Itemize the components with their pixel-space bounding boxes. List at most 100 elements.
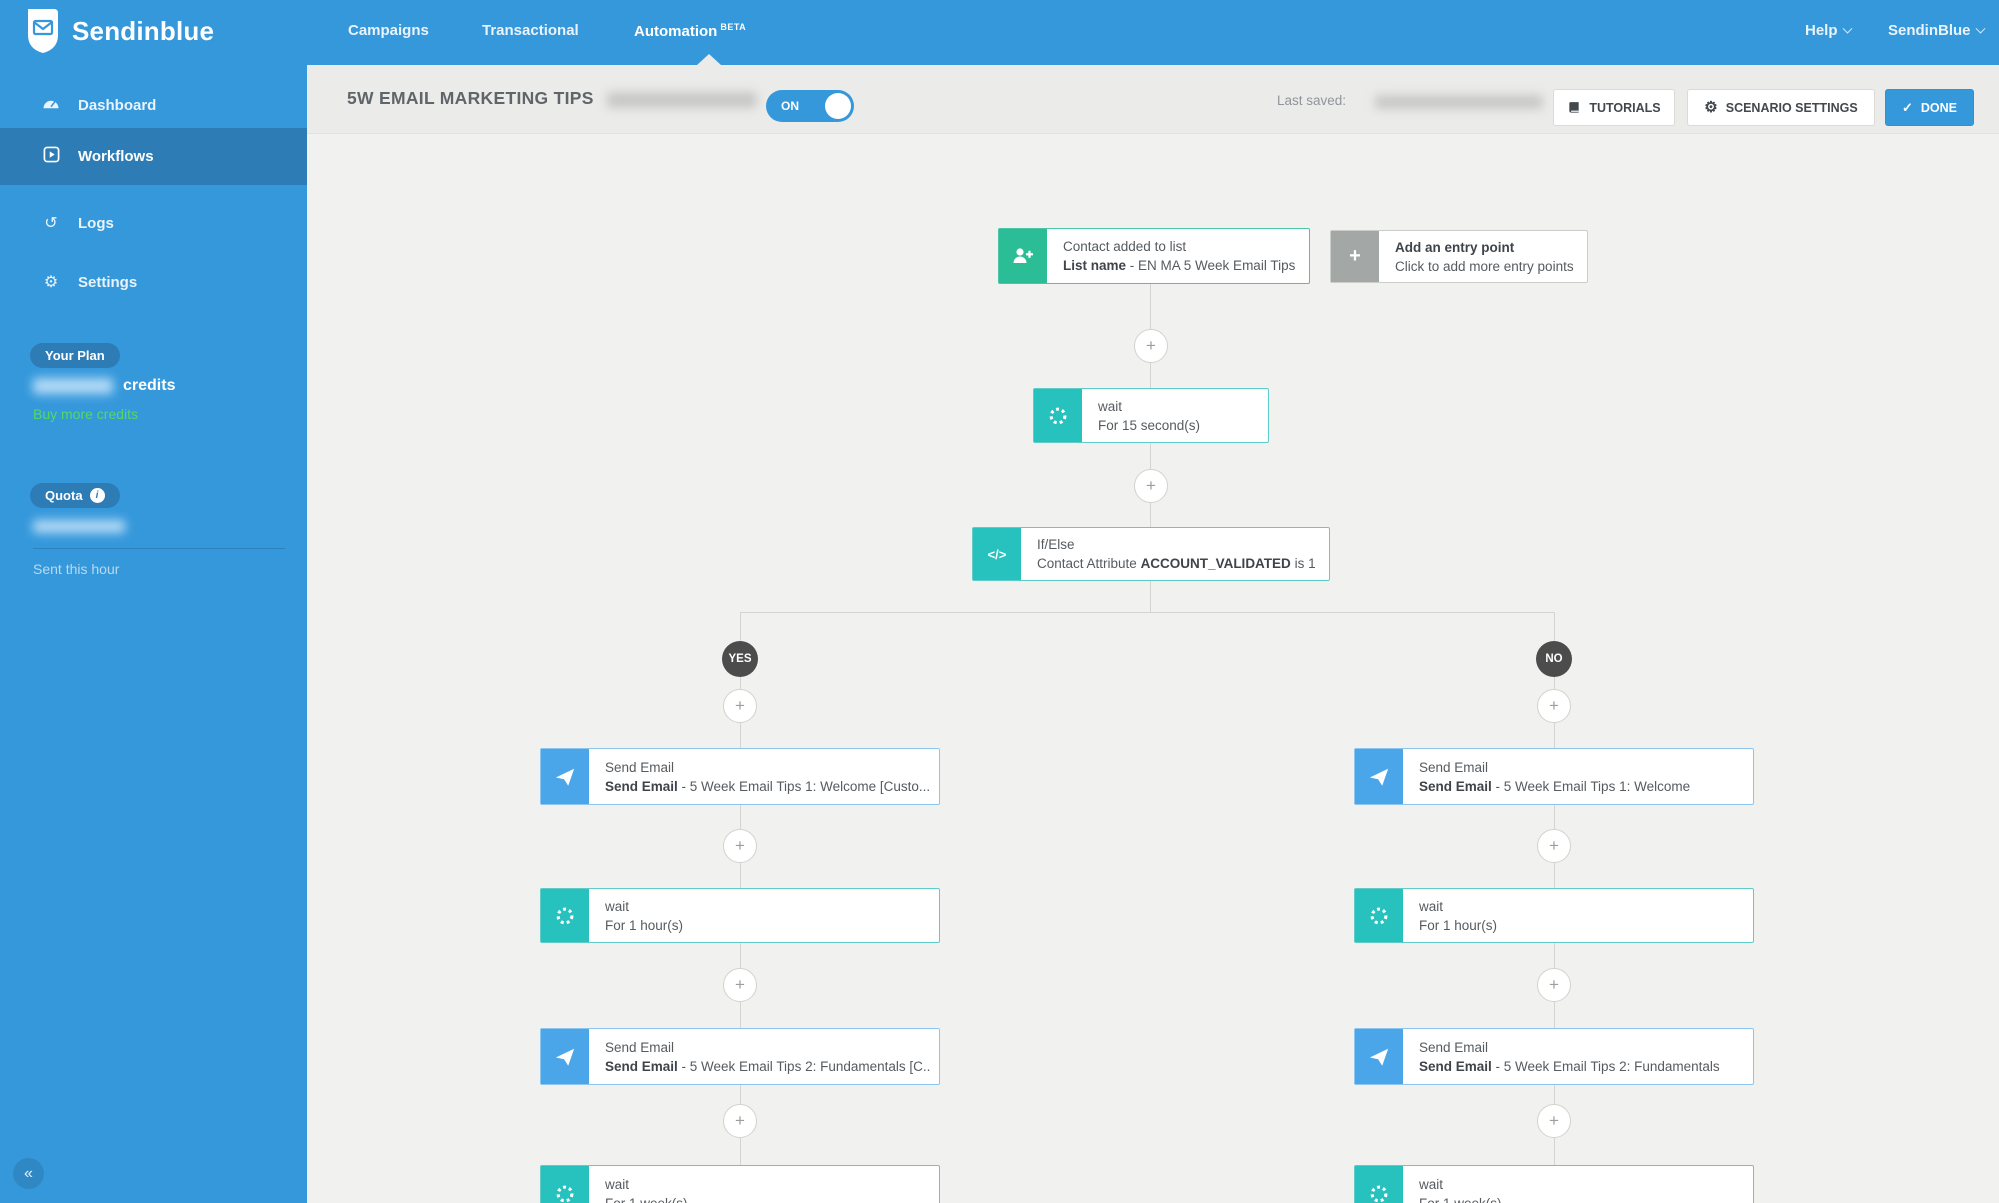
node-wait-1-hour-yes[interactable]: wait For 1 hour(s): [540, 888, 940, 943]
node-wait-15-seconds[interactable]: wait For 15 second(s): [1033, 388, 1269, 443]
top-navigation-bar: Sendinblue Campaigns Transactional Autom…: [0, 0, 1999, 65]
connector-line: [740, 1138, 741, 1165]
sidebar: Dashboard Workflows ↺ Logs ⚙ Settings Yo…: [0, 65, 307, 1203]
connector-line: [1554, 1002, 1555, 1028]
beta-badge: BETA: [720, 22, 746, 32]
add-step-button[interactable]: +: [1537, 1104, 1571, 1138]
node-subtitle: For 1 hour(s): [1419, 916, 1497, 935]
wait-spinner-icon: [541, 1166, 589, 1203]
connector-line: [740, 612, 741, 641]
wait-spinner-icon: [1355, 889, 1403, 942]
workflow-on-toggle[interactable]: ON: [766, 90, 854, 122]
connector-line: [740, 943, 741, 968]
dashboard-gauge-icon: [40, 96, 62, 115]
paper-plane-icon: [541, 749, 589, 804]
quota-badge: Quota i: [30, 483, 120, 508]
plus-icon: +: [1549, 696, 1559, 716]
tutorials-button[interactable]: TUTORIALS: [1553, 89, 1675, 126]
sidebar-item-logs[interactable]: ↺ Logs: [0, 198, 307, 248]
workflows-icon: [40, 146, 62, 168]
toggle-on-label: ON: [781, 99, 799, 113]
node-send-email-tips2-no[interactable]: Send Email Send Email - 5 Week Email Tip…: [1354, 1028, 1754, 1085]
chevron-down-icon: [1975, 24, 1985, 34]
node-subtitle: Send Email - 5 Week Email Tips 1: Welcom…: [605, 777, 923, 796]
help-menu[interactable]: Help: [1805, 22, 1851, 39]
sidebar-collapse-button[interactable]: «: [13, 1158, 44, 1189]
sent-this-hour-label: Sent this hour: [33, 561, 119, 577]
connector-line: [1554, 1138, 1555, 1165]
brand-logo[interactable]: Sendinblue: [24, 9, 214, 53]
node-wait-1-week-no[interactable]: wait For 1 week(s): [1354, 1165, 1754, 1203]
connector-line: [1554, 723, 1555, 748]
connector-line: [740, 1085, 741, 1104]
connector-line: [740, 723, 741, 748]
add-step-button[interactable]: +: [1537, 968, 1571, 1002]
sidebar-item-workflows[interactable]: Workflows: [0, 128, 307, 185]
redacted-timestamp: [1375, 95, 1543, 109]
contact-add-icon: [999, 229, 1047, 283]
connector-line: [740, 863, 741, 888]
wait-spinner-icon: [541, 889, 589, 942]
add-step-button[interactable]: +: [723, 829, 757, 863]
tab-transactional[interactable]: Transactional: [482, 22, 579, 39]
node-wait-1-hour-no[interactable]: wait For 1 hour(s): [1354, 888, 1754, 943]
sidebar-item-dashboard[interactable]: Dashboard: [0, 80, 307, 130]
add-step-button[interactable]: +: [723, 689, 757, 723]
chevron-down-icon: [1842, 24, 1852, 34]
active-tab-notch: [697, 54, 721, 65]
node-title: Send Email: [1419, 758, 1690, 777]
done-button[interactable]: ✓ DONE: [1885, 89, 1974, 126]
wait-spinner-icon: [1355, 1166, 1403, 1203]
your-plan-badge: Your Plan: [30, 343, 120, 368]
redacted-credits-amount: [33, 378, 113, 394]
plus-icon: +: [735, 1111, 745, 1131]
tab-campaigns[interactable]: Campaigns: [348, 22, 429, 39]
node-contact-added-to-list[interactable]: Contact added to list List name - EN MA …: [998, 228, 1310, 284]
node-send-email-tips1-no[interactable]: Send Email Send Email - 5 Week Email Tip…: [1354, 748, 1754, 805]
node-subtitle: Send Email - 5 Week Email Tips 1: Welcom…: [1419, 777, 1690, 796]
info-icon[interactable]: i: [90, 488, 105, 503]
node-if-else-condition[interactable]: </> If/Else Contact Attribute ACCOUNT_VA…: [972, 527, 1330, 581]
workflow-title: 5W EMAIL MARKETING TIPS: [347, 88, 594, 109]
node-send-email-tips1-yes[interactable]: Send Email Send Email - 5 Week Email Tip…: [540, 748, 940, 805]
plus-icon: +: [735, 696, 745, 716]
node-title: Send Email: [605, 1038, 923, 1057]
scenario-settings-button[interactable]: ⚙ SCENARIO SETTINGS: [1687, 89, 1875, 126]
connector-line: [1150, 581, 1151, 612]
node-wait-1-week-yes[interactable]: wait For 1 week(s): [540, 1165, 940, 1203]
add-step-button[interactable]: +: [1537, 689, 1571, 723]
done-label: DONE: [1921, 101, 1957, 115]
last-saved-label: Last saved:: [1277, 93, 1346, 108]
node-title: wait: [605, 1175, 688, 1194]
node-title: wait: [605, 897, 683, 916]
toggle-knob[interactable]: [825, 93, 851, 119]
add-step-button[interactable]: +: [1537, 829, 1571, 863]
workflow-toolbar: 5W EMAIL MARKETING TIPS ON Last saved: T…: [307, 65, 1999, 134]
tab-automation[interactable]: AutomationBETA: [634, 22, 746, 40]
node-send-email-tips2-yes[interactable]: Send Email Send Email - 5 Week Email Tip…: [540, 1028, 940, 1085]
add-step-button[interactable]: +: [723, 1104, 757, 1138]
node-subtitle: List name - EN MA 5 Week Email Tips: [1063, 256, 1293, 275]
add-step-button[interactable]: +: [1134, 329, 1168, 363]
add-step-button[interactable]: +: [1134, 469, 1168, 503]
add-entry-point-button[interactable]: + Add an entry point Click to add more e…: [1330, 230, 1588, 283]
connector-line: [1554, 1085, 1555, 1104]
redacted-title-text: [607, 92, 757, 108]
plus-icon: +: [1549, 1111, 1559, 1131]
connector-line: [1554, 677, 1555, 689]
account-menu[interactable]: SendinBlue: [1888, 22, 1984, 39]
paper-plane-icon: [1355, 749, 1403, 804]
add-step-button[interactable]: +: [723, 968, 757, 1002]
sendinblue-logo-icon: [24, 9, 62, 53]
no-branch-badge: NO: [1536, 641, 1572, 677]
node-title: Send Email: [1419, 1038, 1720, 1057]
tutorials-label: TUTORIALS: [1589, 101, 1660, 115]
redacted-quota-amount: [33, 520, 125, 533]
sidebar-item-settings[interactable]: ⚙ Settings: [0, 257, 307, 307]
sidebar-divider: [33, 548, 285, 549]
node-title: wait: [1419, 1175, 1502, 1194]
scenario-settings-label: SCENARIO SETTINGS: [1726, 101, 1858, 115]
buy-more-credits-link[interactable]: Buy more credits: [33, 406, 138, 422]
gear-icon: ⚙: [40, 272, 62, 292]
credits-label: credits: [123, 377, 175, 395]
